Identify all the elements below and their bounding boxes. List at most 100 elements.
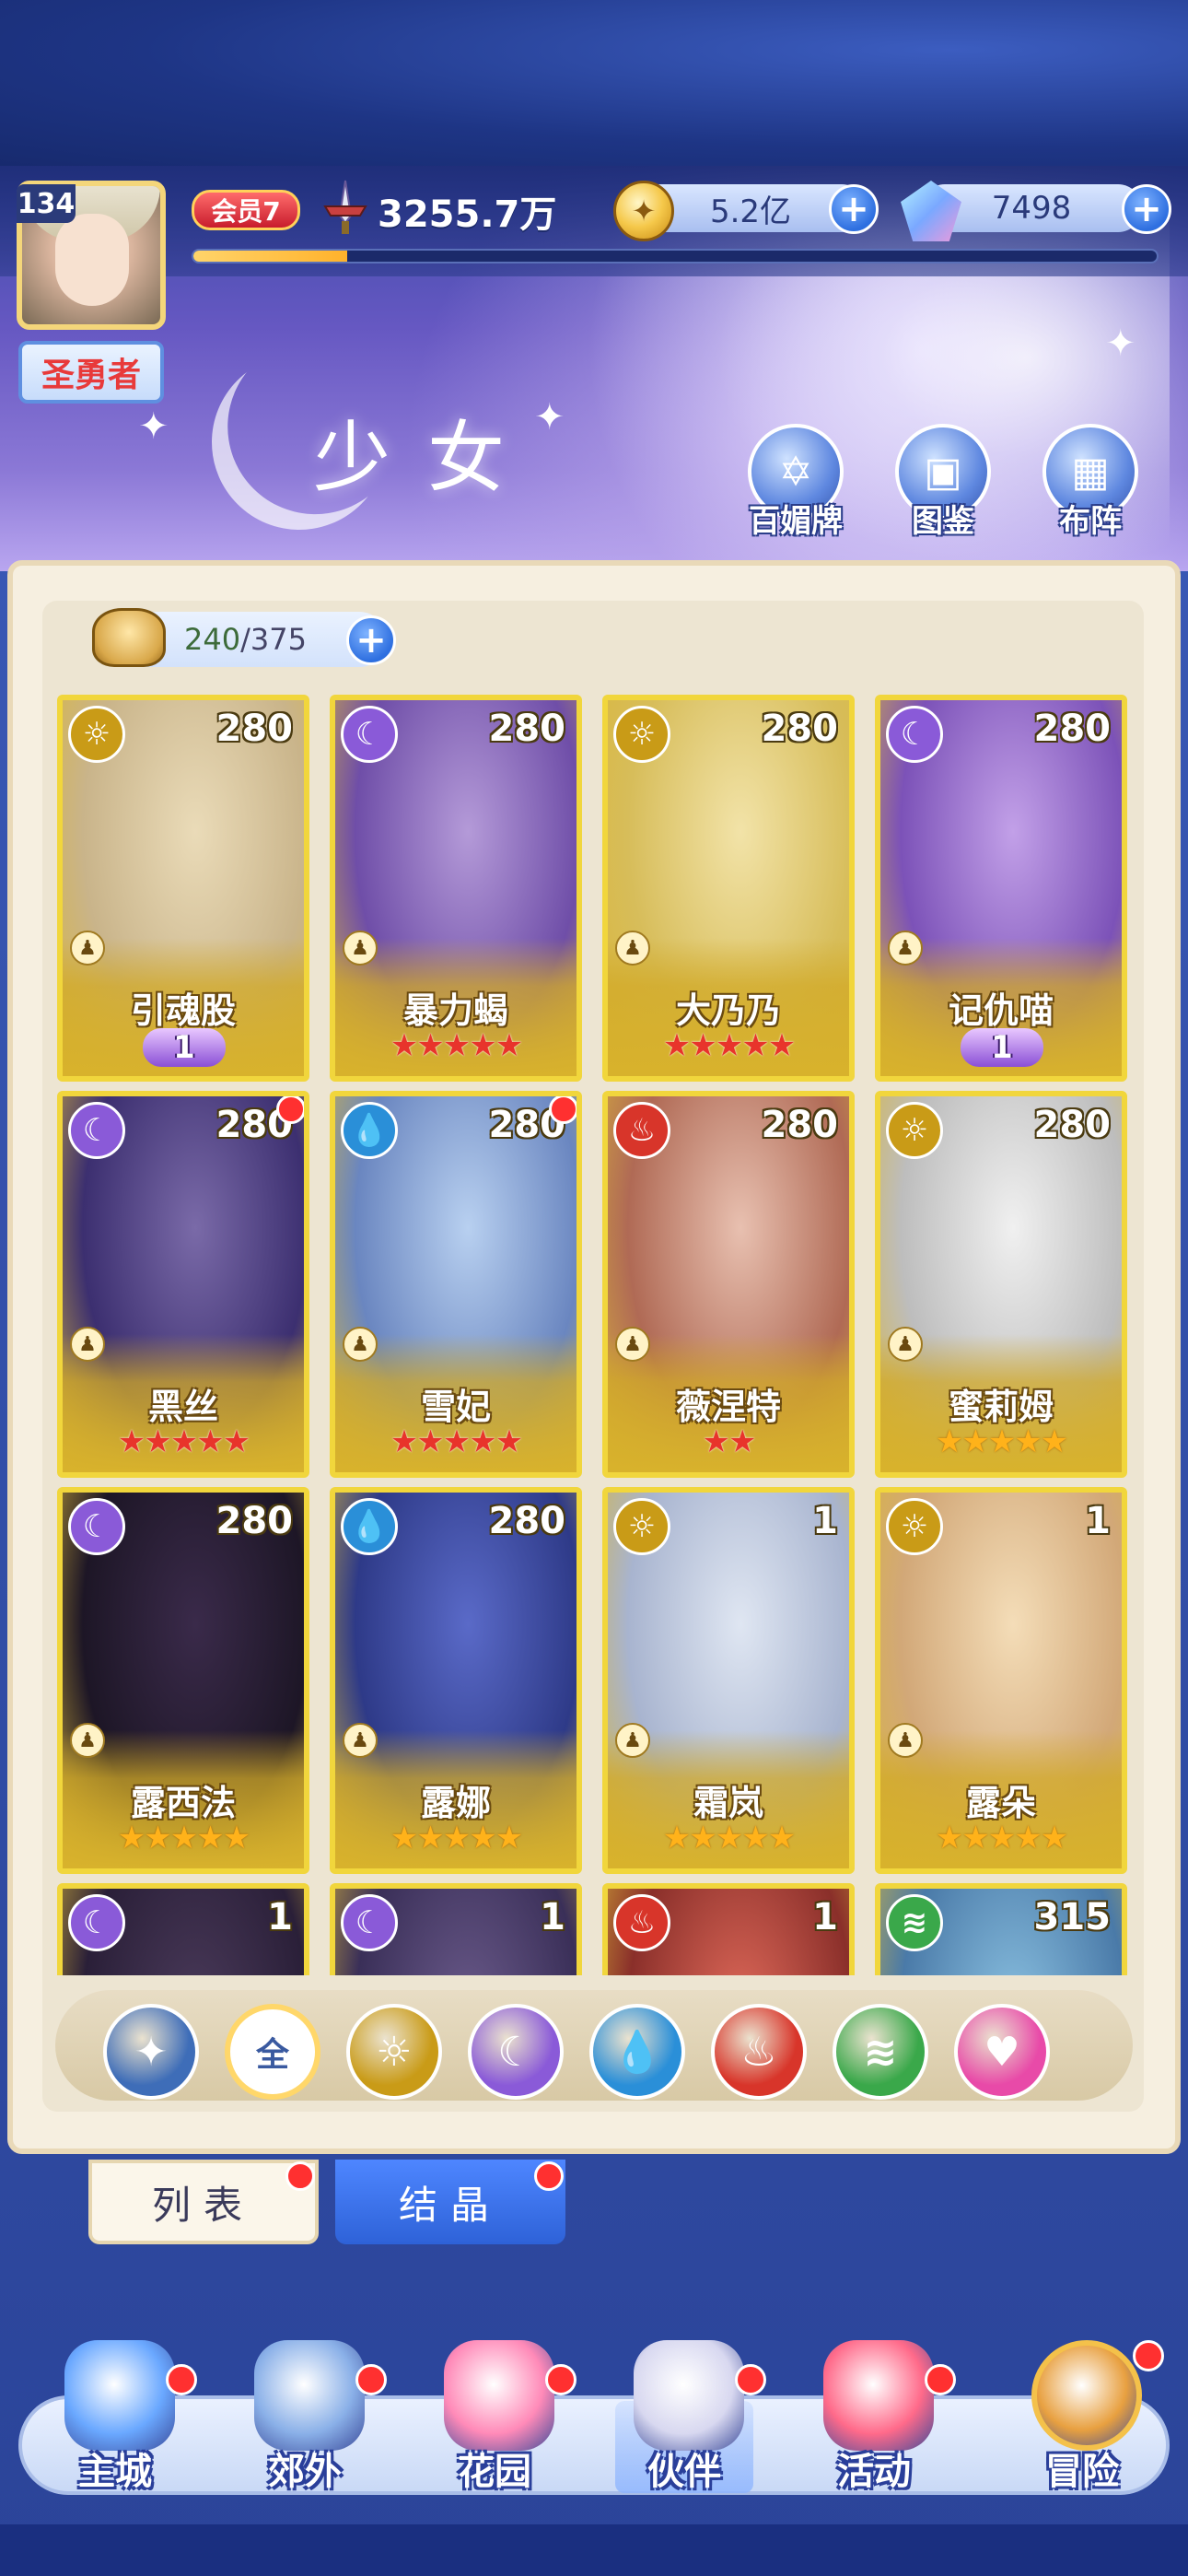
codex-button[interactable]: ▣ 图鉴 xyxy=(888,424,998,553)
vip-badge[interactable]: 会员7 xyxy=(192,190,300,230)
filter-light-button[interactable]: ☼ xyxy=(346,2004,442,2100)
nav-suburb[interactable]: 郊外 xyxy=(217,2340,392,2506)
exp-bar xyxy=(192,249,1159,263)
sparkle-icon: ✦ xyxy=(138,405,169,448)
star-icon: ★ xyxy=(741,1820,770,1856)
filter-wind-button[interactable]: ≋ xyxy=(833,2004,928,2100)
star-icon: ★ xyxy=(442,1423,472,1460)
capacity-count: 375 xyxy=(250,622,307,657)
bottom-strip xyxy=(0,2524,1188,2576)
star-icon: ★ xyxy=(169,1423,199,1460)
player-level: 134 xyxy=(17,184,76,223)
add-gems-button[interactable]: + xyxy=(1122,184,1171,234)
star-rating: ★★★★★ xyxy=(608,1822,849,1854)
nav-main-city[interactable]: 主城 xyxy=(28,2340,203,2506)
card-name: 黑丝 xyxy=(147,1387,218,1427)
character-card[interactable]: ♨ 1 xyxy=(602,1883,855,1975)
star-icon: ★ xyxy=(495,1820,524,1856)
star-icon: ★ xyxy=(495,1423,524,1460)
star-icon: ★ xyxy=(469,1820,497,1856)
notification-dot xyxy=(1133,2340,1164,2371)
card-name: 记仇喵 xyxy=(948,990,1054,1031)
star-icon: ★ xyxy=(1014,1820,1042,1856)
character-card[interactable]: ☼ 280 ♟ 大乃乃 ★★★★★ xyxy=(602,695,855,1082)
character-card[interactable]: 💧 280 ♟ 雪妃 ★★★★★ xyxy=(330,1091,582,1478)
filter-heart-button[interactable]: ♥ xyxy=(954,2004,1050,2100)
card-name: 霜岚 xyxy=(693,1783,763,1823)
card-level: 315 xyxy=(1033,1896,1112,1938)
tab-crystal[interactable]: 结晶 xyxy=(335,2160,565,2244)
star-icon: ★ xyxy=(390,1820,419,1856)
chess-pawn-icon: ♟ xyxy=(70,931,105,966)
character-card[interactable]: ☼ 1 ♟ 霜岚 ★★★★★ xyxy=(602,1487,855,1874)
filter-all-button[interactable]: 全 xyxy=(225,2004,320,2100)
filter-fire-button[interactable]: ♨ xyxy=(711,2004,807,2100)
character-card[interactable]: ♨ 280 ♟ 薇涅特 ★★ xyxy=(602,1091,855,1478)
player-title-badge[interactable]: 圣勇者 xyxy=(18,341,164,404)
nav-activity[interactable]: 活动 xyxy=(786,2340,961,2506)
moon-element-icon: ☾ xyxy=(886,706,943,763)
star-icon: ★ xyxy=(442,1027,472,1064)
sun-element-icon: ☼ xyxy=(886,1498,943,1555)
star-icon: ★ xyxy=(767,1820,797,1856)
star-icon: ★ xyxy=(222,1820,251,1856)
expand-roster-button[interactable]: + xyxy=(346,615,396,665)
character-card[interactable]: ≋ 315 xyxy=(875,1883,1127,1975)
star-icon: ★ xyxy=(987,1820,1017,1856)
character-card[interactable]: ☾ 280 ♟ 黑丝 ★★★★★ xyxy=(57,1091,309,1478)
character-card[interactable]: 💧 280 ♟ 露娜 ★★★★★ xyxy=(330,1487,582,1874)
star-icon: ★ xyxy=(689,1027,717,1064)
filter-star-button[interactable]: ✦ xyxy=(103,2004,199,2100)
add-gold-button[interactable]: + xyxy=(829,184,879,234)
sparkle-icon: ✦ xyxy=(1105,322,1136,365)
chess-pawn-icon: ♟ xyxy=(343,1327,378,1362)
water-element-icon: 💧 xyxy=(341,1498,398,1555)
star-icon: ★ xyxy=(662,1820,692,1856)
character-card[interactable]: ☼ 1 ♟ 露朵 ★★★★★ xyxy=(875,1487,1127,1874)
star-icon: ★ xyxy=(689,1820,717,1856)
character-card[interactable]: ☾ 280 ♟ 露西法 ★★★★★ xyxy=(57,1487,309,1874)
star-icon: ★ xyxy=(390,1027,419,1064)
chess-pawn-icon: ♟ xyxy=(888,1327,923,1362)
nav-partner[interactable]: 伙伴 xyxy=(597,2340,772,2506)
notification-dot xyxy=(534,2161,564,2191)
notification-dot xyxy=(735,2364,766,2395)
star-icon: ★ xyxy=(469,1027,497,1064)
sun-element-icon: ☼ xyxy=(886,1102,943,1159)
character-card[interactable]: ☾ 1 xyxy=(330,1883,582,1975)
star-icon: ★ xyxy=(987,1423,1017,1460)
character-card[interactable]: ☾ 280 ♟ 记仇喵 1 xyxy=(875,695,1127,1082)
filter-moon-button[interactable]: ☾ xyxy=(468,2004,564,2100)
character-card[interactable]: ☾ 280 ♟ 暴力蝎 ★★★★★ xyxy=(330,695,582,1082)
star-icon: ★ xyxy=(495,1027,524,1064)
notification-dot xyxy=(549,1096,577,1124)
card-name: 雪妃 xyxy=(420,1387,491,1427)
star-rating: ★★★★★ xyxy=(880,1822,1122,1854)
nav-label: 伙伴 xyxy=(647,2451,721,2493)
nav-adventure[interactable]: 冒险 xyxy=(995,2340,1170,2506)
star-rating: ★★★★★ xyxy=(608,1030,849,1061)
card-level: 1 xyxy=(812,1896,838,1938)
star-icon: ★ xyxy=(196,1820,225,1856)
exp-bar-fill xyxy=(193,251,348,262)
star-rating: ★★★★★ xyxy=(335,1822,577,1854)
tab-list[interactable]: 列表 xyxy=(88,2160,319,2244)
awaken-wing-badge: 1 xyxy=(143,1028,226,1067)
baimei-card-button[interactable]: ✡ 百媚牌 xyxy=(740,424,851,553)
chess-pawn-icon: ♟ xyxy=(343,1723,378,1758)
chess-pawn-icon: ♟ xyxy=(70,1327,105,1362)
moon-element-icon: ☾ xyxy=(68,1894,125,1951)
character-card[interactable]: ☼ 280 ♟ 蜜莉姆 ★★★★★ xyxy=(875,1091,1127,1478)
star-icon: ★ xyxy=(416,1820,445,1856)
card-name: 露西法 xyxy=(130,1783,236,1823)
star-icon: ★ xyxy=(702,1423,731,1460)
character-card[interactable]: ☼ 280 ♟ 引魂股 1 xyxy=(57,695,309,1082)
character-card[interactable]: ☾ 1 xyxy=(57,1883,309,1975)
notification-dot xyxy=(276,1096,304,1124)
formation-button[interactable]: ▦ 布阵 xyxy=(1035,424,1146,553)
notification-dot xyxy=(166,2364,197,2395)
filter-water-button[interactable]: 💧 xyxy=(589,2004,685,2100)
star-icon: ★ xyxy=(935,1820,964,1856)
nav-garden[interactable]: 花园 xyxy=(407,2340,582,2506)
chess-pawn-icon: ♟ xyxy=(615,1723,650,1758)
